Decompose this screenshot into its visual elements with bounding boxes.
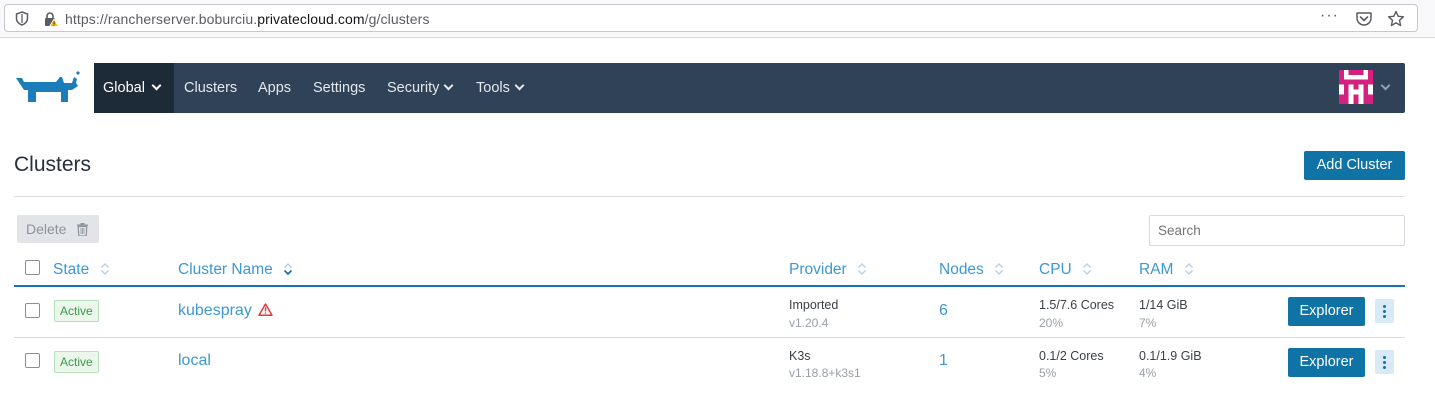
row-divider — [14, 337, 1405, 338]
column-header-ram[interactable]: RAM — [1139, 260, 1194, 279]
column-header-provider-label: Provider — [789, 261, 847, 278]
user-avatar[interactable] — [1339, 70, 1373, 104]
chevron-down-icon[interactable] — [1380, 80, 1391, 91]
nav-security[interactable]: Security — [387, 63, 454, 113]
explorer-button[interactable]: Explorer — [1288, 348, 1365, 377]
nodes-count-link[interactable]: 6 — [939, 302, 948, 320]
nav-global[interactable]: Global — [94, 63, 174, 113]
search-input[interactable] — [1149, 215, 1405, 246]
provider-name: Imported — [789, 298, 839, 312]
cpu-usage: 1.5/7.6 Cores — [1039, 298, 1115, 312]
cluster-name-label: kubespray — [178, 302, 252, 319]
row-checkbox[interactable] — [25, 353, 40, 368]
explorer-button[interactable]: Explorer — [1288, 297, 1365, 326]
page-title: Clusters — [14, 153, 92, 176]
column-header-state[interactable]: State — [53, 260, 110, 279]
sort-icon — [995, 262, 1004, 276]
cpu-percent: 20% — [1039, 316, 1064, 330]
table-header-underline — [14, 285, 1405, 287]
column-header-state-label: State — [53, 261, 90, 278]
provider-version: v1.18.8+k3s1 — [789, 366, 861, 380]
nav-security-label: Security — [387, 80, 440, 96]
status-badge: Active — [54, 351, 99, 373]
add-cluster-button[interactable]: Add Cluster — [1304, 151, 1405, 180]
select-all-checkbox[interactable] — [25, 260, 40, 275]
ram-percent: 7% — [1139, 316, 1157, 330]
url-text[interactable]: https://rancherserver.boburciu.privatecl… — [65, 11, 430, 27]
chevron-down-icon — [514, 80, 525, 91]
row-actions-kebab-icon[interactable] — [1375, 299, 1394, 323]
ram-percent: 4% — [1139, 366, 1157, 380]
sort-icon — [100, 262, 109, 276]
warning-icon — [258, 303, 273, 316]
page-actions-menu-icon[interactable]: ··· — [1320, 7, 1339, 25]
column-header-cpu-label: CPU — [1039, 261, 1072, 278]
ram-usage: 1/14 GiB — [1139, 298, 1188, 312]
cluster-name-link[interactable]: kubespray — [178, 302, 273, 320]
column-header-cluster-name-label: Cluster Name — [178, 261, 273, 278]
url-host: privatecloud.com — [257, 11, 365, 27]
sort-descending-icon — [283, 262, 293, 276]
column-header-nodes[interactable]: Nodes — [939, 260, 1004, 279]
rancher-logo[interactable] — [14, 70, 82, 106]
cpu-usage: 0.1/2 Cores — [1039, 349, 1104, 363]
main-navigation: Global Clusters Apps Settings Security T… — [94, 63, 1405, 113]
delete-button[interactable]: Delete — [17, 215, 99, 243]
nav-clusters[interactable]: Clusters — [184, 63, 237, 113]
provider-version: v1.20.4 — [789, 316, 829, 330]
cpu-percent: 5% — [1039, 366, 1057, 380]
chevron-down-icon — [443, 80, 454, 91]
row-actions-kebab-icon[interactable] — [1375, 350, 1394, 374]
cluster-name-label: local — [178, 352, 211, 369]
delete-label: Delete — [26, 221, 67, 237]
nav-global-label: Global — [103, 80, 145, 96]
pocket-icon[interactable] — [1355, 10, 1373, 28]
nav-settings[interactable]: Settings — [313, 63, 365, 113]
status-badge: Active — [54, 300, 99, 322]
column-header-ram-label: RAM — [1139, 261, 1174, 278]
sort-icon — [858, 262, 867, 276]
column-header-provider[interactable]: Provider — [789, 260, 867, 279]
nodes-count-link[interactable]: 1 — [939, 352, 948, 370]
column-header-cpu[interactable]: CPU — [1039, 260, 1092, 279]
nav-tools[interactable]: Tools — [476, 63, 525, 113]
tracking-protection-shield-icon[interactable] — [15, 11, 29, 26]
nav-tools-label: Tools — [476, 80, 510, 96]
trash-icon — [77, 223, 88, 236]
column-header-nodes-label: Nodes — [939, 261, 984, 278]
sort-icon — [1184, 262, 1193, 276]
address-bar[interactable]: https://rancherserver.boburciu.privatecl… — [4, 4, 1418, 32]
nav-apps[interactable]: Apps — [258, 63, 291, 113]
url-path: /g/clusters — [364, 11, 430, 27]
sort-icon — [1083, 262, 1092, 276]
column-header-cluster-name[interactable]: Cluster Name — [178, 260, 293, 279]
chevron-down-icon — [151, 80, 162, 91]
insecure-lock-icon[interactable] — [43, 11, 59, 27]
bookmark-star-icon[interactable] — [1387, 10, 1405, 28]
row-checkbox[interactable] — [25, 303, 40, 318]
provider-name: K3s — [789, 349, 811, 363]
ram-usage: 0.1/1.9 GiB — [1139, 349, 1202, 363]
browser-toolbar: https://rancherserver.boburciu.privatecl… — [0, 0, 1435, 38]
cluster-name-link[interactable]: local — [178, 352, 211, 370]
url-prefix: https://rancherserver.boburciu. — [65, 11, 258, 27]
divider — [14, 196, 1405, 197]
